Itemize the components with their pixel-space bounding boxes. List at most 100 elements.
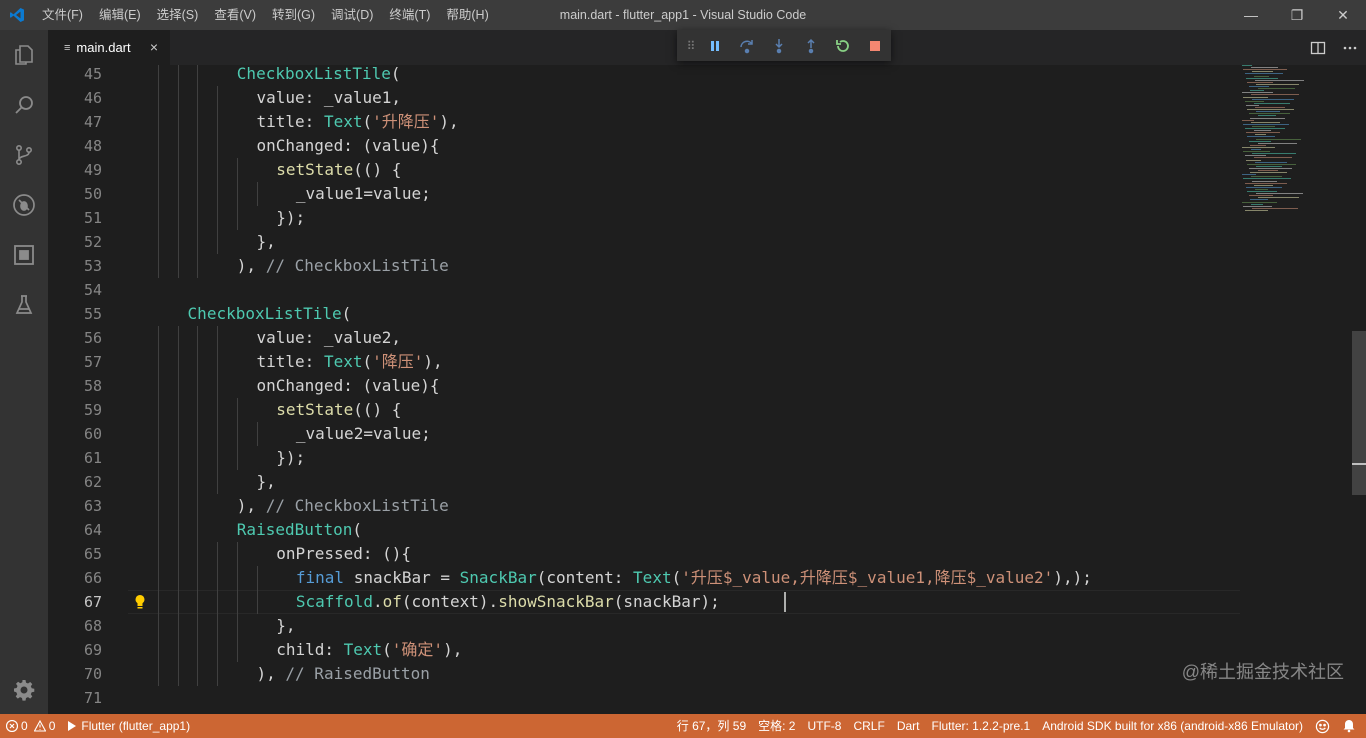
drag-handle-icon[interactable]: ⠿	[683, 32, 699, 60]
code-line[interactable]: });	[276, 206, 305, 230]
minimap-line	[1243, 69, 1288, 71]
minimap-line	[1248, 140, 1271, 142]
menu-item[interactable]: 编辑(E)	[91, 0, 149, 30]
extensions-icon[interactable]	[0, 230, 48, 280]
minimap-line	[1248, 167, 1292, 169]
minimap-line	[1251, 94, 1300, 96]
code-line[interactable]: child: Text('确定'),	[276, 638, 462, 662]
gear-icon[interactable]	[0, 678, 48, 702]
tab-main-dart[interactable]: ≡ main.dart ×	[48, 30, 170, 65]
smiley-feedback-icon[interactable]	[1309, 719, 1336, 734]
code-line[interactable]: setState(() {	[276, 398, 401, 422]
minimap[interactable]	[1242, 65, 1352, 714]
code-token: // CheckboxListTile	[265, 496, 449, 515]
language-mode[interactable]: Dart	[891, 714, 926, 738]
code-line[interactable]: setState(() {	[276, 158, 401, 182]
code-token: (() {	[353, 400, 402, 419]
code-line[interactable]: },	[257, 230, 276, 254]
code-token: (	[382, 640, 392, 659]
minimap-line	[1242, 65, 1252, 66]
pause-icon[interactable]	[699, 32, 731, 60]
code-token: onChanged: (value){	[256, 136, 440, 155]
code-line[interactable]: Scaffold.of(context).showSnackBar(snackB…	[296, 590, 720, 614]
indentation[interactable]: 空格: 2	[752, 714, 801, 738]
stop-icon[interactable]	[859, 32, 891, 60]
menu-item[interactable]: 帮助(H)	[438, 0, 496, 30]
encoding[interactable]: UTF-8	[801, 714, 847, 738]
close-tab-button[interactable]: ×	[150, 39, 158, 55]
code-line[interactable]: title: Text('升降压'),	[257, 110, 459, 134]
indent-guide	[236, 398, 238, 422]
indent-guide	[217, 326, 219, 350]
split-editor-icon[interactable]	[1302, 30, 1334, 65]
step-over-icon[interactable]	[731, 32, 763, 60]
code-line[interactable]: ), // CheckboxListTile	[237, 494, 449, 518]
menu-item[interactable]: 文件(F)	[34, 0, 91, 30]
indent-guide	[217, 158, 219, 182]
code-line[interactable]: ), // RaisedButton	[257, 662, 430, 686]
minimap-line	[1244, 182, 1287, 184]
line-number: 45	[83, 65, 102, 83]
step-into-icon[interactable]	[763, 32, 795, 60]
code-token: (	[362, 352, 373, 371]
indent-guide	[197, 86, 199, 110]
notifications-bell-icon[interactable]	[1336, 719, 1366, 733]
close-window-button[interactable]: ✕	[1320, 0, 1366, 30]
code-line[interactable]: },	[276, 614, 295, 638]
scrollbar-thumb[interactable]	[1352, 331, 1366, 495]
code-line[interactable]: onChanged: (value){	[257, 374, 440, 398]
code-line[interactable]: ), // CheckboxListTile	[237, 254, 449, 278]
source-control-icon[interactable]	[0, 130, 48, 180]
code-line[interactable]: onPressed: (){	[276, 542, 411, 566]
code-line[interactable]: _value1=value;	[296, 182, 431, 206]
code-line[interactable]: });	[276, 446, 305, 470]
flutter-version[interactable]: Flutter: 1.2.2-pre.1	[925, 714, 1036, 738]
menu-item[interactable]: 选择(S)	[149, 0, 207, 30]
code-line[interactable]: RaisedButton(	[237, 518, 362, 542]
problems-indicator[interactable]: 0 0	[0, 714, 61, 738]
more-actions-icon[interactable]	[1334, 30, 1366, 65]
minimap-line	[1255, 134, 1266, 136]
explorer-icon[interactable]	[0, 30, 48, 80]
debug-toolbar: ⠿	[677, 30, 891, 61]
code-line[interactable]: CheckboxListTile(	[237, 65, 401, 86]
indent-guide	[236, 446, 238, 470]
code-line[interactable]: },	[257, 470, 276, 494]
menu-item[interactable]: 终端(T)	[381, 0, 438, 30]
debug-icon[interactable]	[0, 180, 48, 230]
code-line[interactable]: _value2=value;	[296, 422, 431, 446]
menu-item[interactable]: 调试(D)	[323, 0, 381, 30]
code-line[interactable]: CheckboxListTile(	[188, 302, 352, 326]
search-icon[interactable]	[0, 80, 48, 130]
debug-target[interactable]: Flutter (flutter_app1)	[61, 714, 196, 738]
code-line[interactable]: title: Text('降压'),	[257, 350, 443, 374]
flask-icon[interactable]	[0, 280, 48, 330]
indent-guide	[158, 65, 159, 86]
code-token: ),	[423, 352, 443, 371]
code-token: onChanged: (value){	[256, 376, 440, 395]
menu-item[interactable]: 查看(V)	[206, 0, 264, 30]
minimap-line	[1251, 121, 1281, 123]
minimap-line	[1253, 130, 1271, 132]
indent-guide	[177, 470, 179, 494]
cursor-position[interactable]: 行 67，列 59	[671, 714, 752, 738]
device-selector[interactable]: Android SDK built for x86 (android-x86 E…	[1036, 714, 1309, 738]
code-token: Text	[343, 640, 383, 659]
code-line[interactable]: onChanged: (value){	[257, 134, 440, 158]
line-number: 61	[83, 449, 102, 467]
code-token: .	[372, 592, 383, 611]
indent-guide	[158, 230, 159, 254]
minimize-button[interactable]: —	[1228, 0, 1274, 30]
code-area[interactable]: CheckboxListTile(value: _value1, title: T…	[128, 65, 1240, 714]
minimap-line	[1252, 98, 1295, 100]
code-editor[interactable]: 45 46 47 48 49 50 51 52 53 54 55 56 57 58 59 60 61 62 63 64…	[48, 65, 1366, 714]
restart-icon[interactable]	[827, 32, 859, 60]
code-line[interactable]: value: _value1,	[257, 86, 402, 110]
maximize-button[interactable]: ❐	[1274, 0, 1320, 30]
menu-item[interactable]: 转到(G)	[264, 0, 323, 30]
line-ending[interactable]: CRLF	[847, 714, 890, 738]
code-line[interactable]: final snackBar = SnackBar(content: Text(…	[296, 566, 1092, 590]
code-line[interactable]: value: _value2,	[257, 326, 402, 350]
step-out-icon[interactable]	[795, 32, 827, 60]
vertical-scrollbar[interactable]	[1352, 65, 1366, 714]
